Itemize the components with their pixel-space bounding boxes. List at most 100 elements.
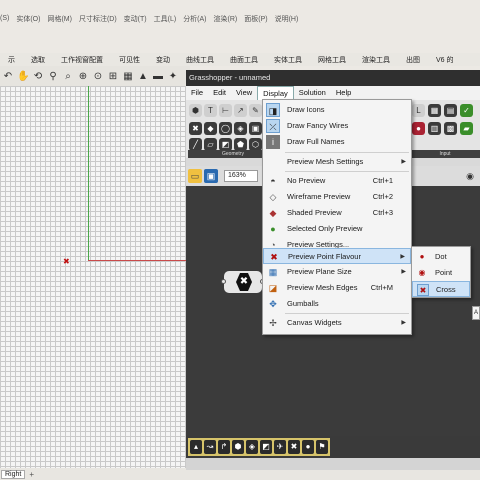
square-icon[interactable]: ◩ — [260, 440, 272, 454]
submenu-item-label: Dot — [435, 252, 447, 261]
undo-icon[interactable]: ↶ — [2, 70, 14, 83]
swatch-icon[interactable]: ● — [412, 122, 425, 135]
rhino-menu-item[interactable]: 面板(P) — [244, 14, 267, 24]
boolean-toggle-icon[interactable]: ✓ — [460, 104, 473, 117]
menu-draw-fancy-wires[interactable]: ⤫ Draw Fancy Wires — [263, 118, 411, 134]
menu-no-preview[interactable]: ◓ No Preview Ctrl+1 — [263, 173, 411, 189]
menu-draw-full-names[interactable]: i Draw Full Names — [263, 134, 411, 150]
pen-icon[interactable]: ✎ — [249, 104, 262, 117]
rhino-tab[interactable]: 出图 — [398, 55, 428, 65]
add-viewport-icon[interactable]: + — [29, 470, 34, 479]
text-icon[interactable]: T — [204, 104, 217, 117]
rhino-tab[interactable]: 渲染工具 — [354, 55, 398, 65]
light-icon[interactable]: ✦ — [167, 70, 179, 83]
shaded-sphere-icon[interactable]: ● — [302, 440, 314, 454]
point-component[interactable]: ✖ — [221, 271, 265, 293]
zoom-level[interactable]: 163% — [224, 170, 258, 182]
gh-menu-help[interactable]: Help — [331, 86, 356, 100]
rotate-icon[interactable]: ⟲ — [32, 70, 44, 83]
menu-preview-plane-size[interactable]: ▦ Preview Plane Size ▶ — [263, 264, 411, 280]
input-port[interactable] — [221, 279, 226, 284]
menu-item-label: Gumballs — [287, 299, 319, 308]
slider-icon[interactable]: ⊢ — [219, 104, 232, 117]
rhino-tab[interactable]: 工作视窗配置 — [53, 55, 111, 65]
selected-only-icon: ● — [270, 224, 276, 234]
button-icon[interactable]: ▰ — [460, 122, 473, 135]
mesh-edges-icon: ◪ — [268, 283, 278, 293]
pan-icon[interactable]: ✋ — [17, 70, 29, 83]
menu-gumballs[interactable]: ✥ Gumballs — [263, 296, 411, 312]
flag-icon[interactable]: ⚑ — [316, 440, 328, 454]
fancy-wires-icon: ⤫ — [266, 119, 280, 133]
diamond-icon[interactable]: ◈ — [246, 440, 258, 454]
zoom-window-icon[interactable]: ⌕ — [62, 70, 74, 83]
render-icon[interactable]: ▲ — [137, 70, 149, 83]
submenu-cross[interactable]: ✖ Cross — [412, 281, 470, 297]
wire-icon[interactable]: ↝ — [204, 440, 216, 454]
zoom-icon[interactable]: ⚲ — [47, 70, 59, 83]
rhino-menu-item[interactable]: 分析(A) — [183, 14, 206, 24]
vector-param-icon[interactable]: ◆ — [204, 122, 217, 135]
rhino-tab[interactable]: 可见性 — [111, 55, 148, 65]
grid-icon[interactable]: ▦ — [122, 70, 134, 83]
rhino-tab[interactable]: 曲面工具 — [222, 55, 266, 65]
menu-draw-icons[interactable]: ◨ Draw Icons — [263, 102, 411, 118]
rhino-menu-item[interactable]: 工具(L) — [154, 14, 177, 24]
gh-menu-view[interactable]: View — [231, 86, 257, 100]
menu-shaded-preview[interactable]: ◆ Shaded Preview Ctrl+3 — [263, 205, 411, 221]
calendar-icon[interactable]: ▥ — [428, 122, 441, 135]
point-param-icon[interactable]: ✖ — [189, 122, 202, 135]
gh-menu-file[interactable]: File — [186, 86, 208, 100]
rhino-tab[interactable]: V6 的 — [428, 55, 462, 65]
zoom-selected-icon[interactable]: ⊙ — [92, 70, 104, 83]
rhino-tab[interactable]: 曲线工具 — [178, 55, 222, 65]
letter-l-icon[interactable]: L — [412, 104, 425, 117]
menu-preview-mesh-settings[interactable]: Preview Mesh Settings ▶ — [263, 154, 411, 170]
viewport-tab-right[interactable]: Right — [1, 469, 26, 479]
cross-icon[interactable]: ✖ — [288, 440, 300, 454]
draw-icon[interactable]: ▴ — [190, 440, 202, 454]
rhino-menu-item[interactable]: 说明(H) — [275, 14, 299, 24]
rhino-menu-item[interactable]: 网格(M) — [47, 14, 72, 24]
gh-widget-strip: ▴ ↝ ↱ ⬢ ◈ ◩ ✈ ✖ ● ⚑ — [188, 438, 330, 456]
rhino-viewport-right[interactable] — [0, 86, 186, 468]
color-picker-icon[interactable]: ▦ — [428, 104, 441, 117]
rhino-tab[interactable]: 选取 — [23, 55, 53, 65]
rhino-menu-item[interactable]: 渲染(R) — [214, 14, 238, 24]
rhino-menu-item[interactable]: 实体(O) — [16, 14, 40, 24]
menu-canvas-widgets[interactable]: ✢ Canvas Widgets ▶ — [263, 315, 411, 331]
rhino-tab[interactable]: 网格工具 — [310, 55, 354, 65]
menu-item-label: Selected Only Preview — [287, 224, 363, 233]
curve-param-icon[interactable]: ◈ — [234, 122, 247, 135]
box-param-icon[interactable]: ▣ — [249, 122, 262, 135]
open-file-icon[interactable]: ▭ — [188, 169, 202, 183]
circle-param-icon[interactable]: ◯ — [219, 122, 232, 135]
preview-eye-icon[interactable]: ◉ — [463, 169, 477, 183]
matrix-icon[interactable]: ▩ — [444, 122, 457, 135]
hexagon-icon[interactable]: ⬢ — [189, 104, 202, 117]
rhino-menu-item[interactable]: (S) — [0, 15, 9, 22]
menu-wireframe-preview[interactable]: ◇ Wireframe Preview Ctrl+2 — [263, 189, 411, 205]
rhino-tab[interactable]: 变动 — [148, 55, 178, 65]
arrow-icon[interactable]: ↗ — [234, 104, 247, 117]
rhino-menu-item[interactable]: 变动(T) — [124, 14, 147, 24]
four-views-icon[interactable]: ⊞ — [107, 70, 119, 83]
rhino-tab[interactable]: 示 — [0, 55, 23, 65]
rhino-menu-item[interactable]: 尺寸标注(D) — [79, 14, 117, 24]
zoom-extents-icon[interactable]: ⊕ — [77, 70, 89, 83]
save-file-icon[interactable]: ▣ — [204, 169, 218, 183]
tooltip-fragment: A — [472, 306, 480, 320]
submenu-dot[interactable]: ● Dot — [412, 249, 470, 265]
tool-icon[interactable]: ✈ — [274, 440, 286, 454]
hex-icon[interactable]: ⬢ — [232, 440, 244, 454]
menu-selected-only-preview[interactable]: ● Selected Only Preview — [263, 221, 411, 237]
car-icon[interactable]: ▬ — [152, 70, 164, 83]
submenu-point[interactable]: ◉ Point — [412, 265, 470, 281]
gh-menu-edit[interactable]: Edit — [208, 86, 231, 100]
rhino-tab[interactable]: 实体工具 — [266, 55, 310, 65]
gh-menu-solution[interactable]: Solution — [294, 86, 331, 100]
menu-preview-point-flavour[interactable]: ✖ Preview Point Flavour ▶ — [263, 248, 411, 264]
curve-icon[interactable]: ↱ — [218, 440, 230, 454]
menu-preview-mesh-edges[interactable]: ◪ Preview Mesh Edges Ctrl+M — [263, 280, 411, 296]
gradient-icon[interactable]: ▤ — [444, 104, 457, 117]
